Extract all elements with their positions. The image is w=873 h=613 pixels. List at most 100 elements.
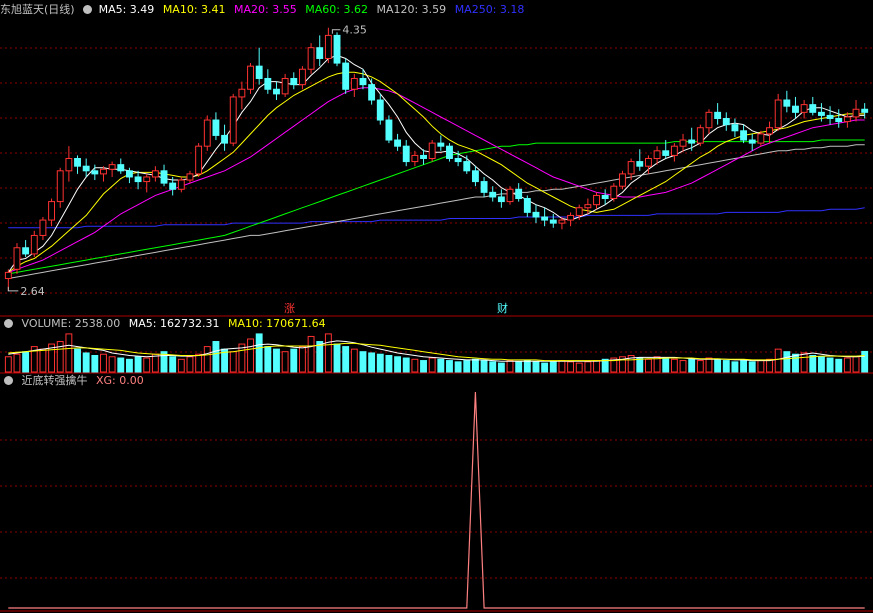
volume-bar bbox=[74, 348, 81, 373]
low-price-label: 2.64 bbox=[20, 285, 45, 298]
candle-body bbox=[4, 271, 12, 280]
xg-label: XG: 0.00 bbox=[96, 374, 144, 387]
candle-body bbox=[420, 154, 427, 160]
volume-bar bbox=[65, 333, 73, 373]
volume-bars bbox=[4, 333, 869, 373]
candle bbox=[670, 143, 678, 162]
candle-body bbox=[247, 65, 254, 90]
ma250-line bbox=[8, 207, 865, 229]
candle bbox=[766, 121, 773, 144]
candle-body bbox=[212, 119, 220, 136]
candle bbox=[203, 115, 211, 151]
volume-bar bbox=[748, 361, 756, 373]
candle-body bbox=[757, 133, 765, 144]
candle-body bbox=[169, 182, 177, 190]
volume-bar bbox=[437, 358, 445, 373]
candle-body bbox=[316, 47, 324, 59]
candle bbox=[108, 161, 116, 177]
candle bbox=[497, 189, 505, 208]
candle-body bbox=[186, 173, 194, 181]
candle-body bbox=[722, 117, 730, 126]
volume-bar bbox=[195, 353, 203, 373]
candle bbox=[800, 100, 808, 119]
candle-body bbox=[584, 204, 592, 209]
volume-bar bbox=[489, 361, 497, 373]
volume-bar bbox=[541, 362, 549, 373]
candle bbox=[333, 32, 341, 67]
volume-bar bbox=[523, 360, 531, 373]
volume-bar bbox=[281, 351, 289, 373]
volume-bar bbox=[792, 353, 799, 373]
candle-body bbox=[13, 247, 21, 270]
volume-bar bbox=[359, 351, 367, 373]
candle-body bbox=[852, 108, 860, 118]
candle bbox=[117, 158, 125, 174]
candle-body bbox=[273, 88, 280, 95]
candle-body bbox=[774, 99, 782, 129]
candle bbox=[151, 166, 159, 182]
candle-body bbox=[843, 116, 851, 123]
volume-bar bbox=[809, 354, 817, 373]
candle bbox=[30, 230, 38, 257]
candle-body bbox=[593, 194, 600, 206]
volume-bar bbox=[342, 346, 350, 373]
volume-bar bbox=[39, 348, 47, 373]
candle bbox=[195, 143, 203, 177]
candle bbox=[835, 109, 843, 128]
volume-bar bbox=[584, 361, 592, 373]
volume-bar bbox=[350, 348, 358, 373]
candle-body bbox=[861, 108, 869, 113]
ma10-label: MA10: 3.41 bbox=[162, 3, 226, 16]
candle-body bbox=[117, 164, 125, 172]
volume-bar bbox=[368, 352, 376, 373]
candle-body bbox=[740, 130, 748, 141]
candle-body bbox=[471, 170, 479, 183]
candle bbox=[65, 146, 73, 182]
candle bbox=[212, 112, 220, 141]
volume-bar bbox=[376, 353, 384, 373]
candle bbox=[56, 167, 64, 208]
indicator-menu-icon[interactable] bbox=[4, 376, 13, 385]
candle bbox=[437, 135, 445, 151]
candle-body bbox=[238, 88, 246, 98]
volume-bar bbox=[22, 351, 30, 373]
candle-body bbox=[731, 124, 739, 132]
xg-signal-line bbox=[8, 391, 865, 609]
volume-bar bbox=[722, 360, 730, 373]
candle-body bbox=[342, 62, 350, 90]
indicator-line bbox=[8, 391, 865, 609]
candle bbox=[91, 164, 99, 181]
volume-bar bbox=[644, 358, 652, 373]
volume-bar bbox=[316, 341, 324, 373]
candle-body bbox=[800, 104, 808, 113]
volume-bar bbox=[273, 348, 280, 373]
candle bbox=[783, 90, 791, 113]
candle-body bbox=[385, 119, 393, 141]
candle bbox=[134, 170, 142, 190]
stock-title: 东旭蓝天(日线) bbox=[0, 3, 75, 16]
candle-body bbox=[506, 188, 514, 203]
candle bbox=[809, 96, 817, 116]
volume-bar bbox=[446, 360, 453, 373]
volume-bar bbox=[247, 338, 254, 373]
candle-body bbox=[523, 198, 531, 213]
volume-bar bbox=[385, 354, 393, 373]
volume-menu-icon[interactable] bbox=[4, 319, 13, 328]
volume-bar bbox=[82, 352, 90, 373]
volume-bar bbox=[212, 341, 220, 373]
candle-body bbox=[437, 142, 445, 147]
candle-body bbox=[281, 77, 289, 95]
candle bbox=[376, 93, 384, 125]
candle-body bbox=[264, 77, 272, 90]
volume-bar bbox=[843, 357, 851, 373]
candle-body bbox=[748, 139, 756, 144]
candle-body bbox=[489, 191, 497, 198]
candle bbox=[385, 115, 393, 144]
candle bbox=[532, 204, 540, 224]
candle bbox=[489, 186, 497, 202]
price-menu-icon[interactable] bbox=[83, 5, 93, 14]
volume-bar bbox=[740, 360, 748, 373]
volume-bar bbox=[549, 361, 557, 373]
volume-bar bbox=[670, 358, 678, 373]
volume-bar bbox=[861, 350, 869, 373]
